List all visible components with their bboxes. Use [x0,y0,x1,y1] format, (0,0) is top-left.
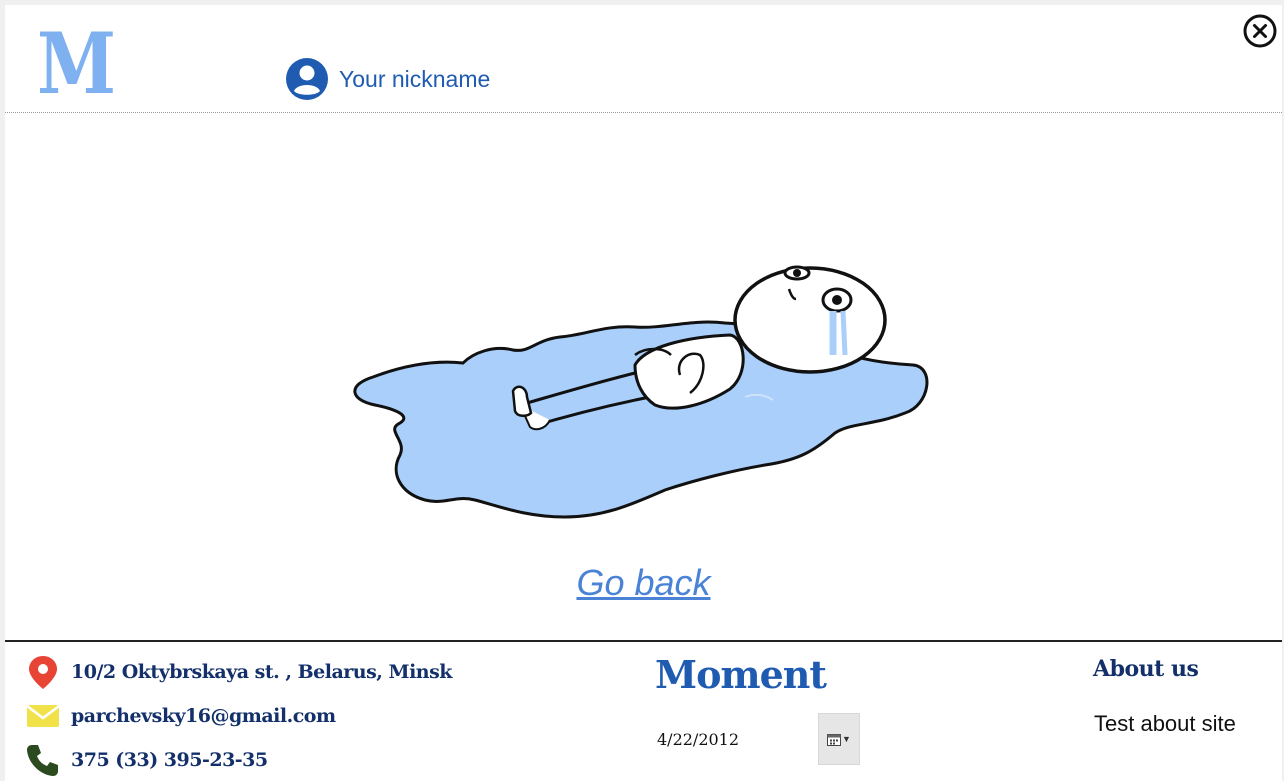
phone-icon [27,745,58,776]
crying-puddle-illustration [353,265,929,519]
user-nickname[interactable]: Your nickname [339,66,490,93]
logo[interactable]: M [37,19,116,109]
phone-text[interactable]: 375 (33) 395-23-35 [71,749,268,771]
email-text[interactable]: parchevsky16@gmail.com [71,705,336,727]
contact-phone: 375 (33) 395-23-35 [25,742,268,778]
contact-email: parchevsky16@gmail.com [25,698,336,734]
brand-name: Moment [655,652,827,697]
date-picker-button[interactable]: ▼ [818,713,860,765]
user-profile[interactable]: Your nickname [285,57,490,101]
mail-icon [26,705,60,727]
footer: 10/2 Oktybrskaya st. , Belarus, Minsk pa… [5,640,1282,781]
go-back-container: Go back [5,562,1282,604]
about-title: About us [1093,656,1199,682]
calendar-icon [827,733,842,746]
date-value: 4/22/2012 [657,730,740,749]
page: M Your nickname Go back 10/2 Oktybrskaya… [5,5,1282,781]
about-text: Test about site [1094,711,1236,736]
go-back-link[interactable]: Go back [576,562,710,603]
address-text: 10/2 Oktybrskaya st. , Belarus, Minsk [71,661,452,683]
user-avatar-icon[interactable] [285,57,329,101]
header: M Your nickname [5,5,1282,113]
contact-address: 10/2 Oktybrskaya st. , Belarus, Minsk [25,654,452,690]
chevron-down-icon: ▼ [842,734,851,744]
location-pin-icon [29,656,57,689]
close-icon[interactable] [1242,13,1278,49]
